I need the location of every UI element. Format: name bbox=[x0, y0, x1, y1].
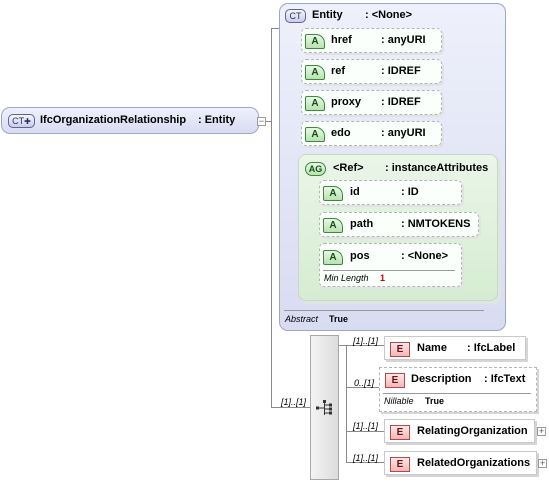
attribute-name: href bbox=[331, 34, 352, 46]
attribute-icon: A bbox=[323, 250, 343, 265]
attribute-icon: A bbox=[305, 127, 325, 142]
element-label: Name bbox=[417, 342, 447, 354]
facet-value: True bbox=[425, 396, 445, 406]
attribute-type: : IDREF bbox=[381, 96, 421, 108]
attribute-href[interactable]: A href : anyURI bbox=[301, 28, 442, 53]
facet-divider bbox=[383, 393, 531, 394]
element-type: : IfcLabel bbox=[467, 342, 516, 354]
element-description[interactable]: E Description : IfcText Nillable True bbox=[379, 367, 537, 412]
attribute-id[interactable]: A id : ID bbox=[319, 180, 462, 205]
attribute-icon: A bbox=[305, 34, 325, 49]
entity-name: Entity bbox=[312, 9, 343, 21]
connector-el-3 bbox=[346, 431, 384, 432]
sequence-multiplicity: [1]..[1] bbox=[281, 397, 307, 407]
attribute-type: : NMTOKENS bbox=[401, 218, 471, 230]
attribute-ref[interactable]: A ref : IDREF bbox=[301, 59, 442, 84]
attribute-edo[interactable]: A edo : anyURI bbox=[301, 121, 442, 146]
attribute-icon: A bbox=[323, 218, 343, 233]
attribute-proxy[interactable]: A proxy : IDREF bbox=[301, 90, 442, 115]
attribute-icon: A bbox=[323, 186, 343, 201]
attribute-name: proxy bbox=[331, 96, 361, 108]
attribute-name: ref bbox=[331, 65, 346, 77]
attribute-type: : ID bbox=[401, 186, 419, 198]
sequence-compositor[interactable] bbox=[310, 335, 339, 480]
attribute-icon: A bbox=[305, 65, 325, 80]
entity-divider bbox=[284, 310, 484, 311]
element-multiplicity: 0..[1] bbox=[354, 378, 375, 388]
attribute-name: id bbox=[350, 186, 360, 198]
sequence-icon bbox=[316, 400, 332, 415]
plus-icon[interactable]: + bbox=[537, 427, 546, 436]
facet-divider bbox=[323, 270, 455, 271]
abstract-label: Abstract bbox=[285, 314, 319, 324]
attribute-group-type: : instanceAttributes bbox=[385, 162, 489, 174]
plus-icon[interactable]: + bbox=[538, 459, 547, 468]
attribute-type: : IDREF bbox=[381, 65, 421, 77]
element-icon: E bbox=[385, 373, 405, 388]
element-type: : IfcText bbox=[484, 373, 526, 385]
element-icon: E bbox=[390, 457, 410, 472]
element-label: Description bbox=[411, 373, 472, 385]
facet-label: Nillable bbox=[384, 396, 414, 406]
attribute-icon: A bbox=[305, 96, 325, 111]
element-name[interactable]: E Name : IfcLabel bbox=[384, 336, 526, 360]
abstract-value: True bbox=[329, 314, 349, 324]
attribute-group-name: <Ref> bbox=[333, 162, 364, 174]
connector-to-sequence bbox=[271, 407, 310, 408]
element-multiplicity: [1]..[1] bbox=[353, 453, 379, 463]
complex-type-icon: CT bbox=[285, 9, 306, 23]
element-relating-organization[interactable]: E RelatingOrganization bbox=[384, 419, 535, 443]
connector-trunk bbox=[271, 28, 272, 408]
attribute-name: edo bbox=[331, 127, 351, 139]
attribute-name: path bbox=[350, 218, 374, 230]
root-type-base: : Entity bbox=[198, 114, 236, 126]
facet-label: Min Length bbox=[324, 273, 369, 283]
complex-type-icon: CT✚ bbox=[8, 114, 35, 128]
element-related-organizations[interactable]: E RelatedOrganizations bbox=[384, 451, 537, 475]
attribute-name: pos bbox=[350, 250, 370, 262]
element-label: RelatedOrganizations bbox=[417, 457, 531, 469]
entity-type: : <None> bbox=[365, 9, 413, 21]
element-label: RelatingOrganization bbox=[417, 425, 528, 437]
attribute-group-icon: AG bbox=[305, 162, 326, 176]
element-icon: E bbox=[390, 425, 410, 440]
element-multiplicity: [1]..[1] bbox=[353, 336, 379, 346]
connector-seq-trunk bbox=[346, 345, 347, 463]
attribute-type: : <None> bbox=[401, 250, 449, 262]
connector-to-entity bbox=[271, 28, 279, 29]
element-icon: E bbox=[390, 342, 410, 357]
minus-icon[interactable]: − bbox=[257, 117, 266, 126]
attribute-pos[interactable]: A pos : <None> Min Length 1 bbox=[319, 243, 462, 287]
element-multiplicity: [1]..[1] bbox=[353, 421, 379, 431]
attribute-type: : anyURI bbox=[381, 34, 426, 46]
facet-value: 1 bbox=[380, 273, 386, 283]
root-type-name: IfcOrganizationRelationship bbox=[40, 114, 187, 126]
attribute-path[interactable]: A path : NMTOKENS bbox=[319, 212, 479, 237]
attribute-type: : anyURI bbox=[381, 127, 426, 139]
root-complex-type[interactable]: CT✚ IfcOrganizationRelationship : Entity bbox=[1, 107, 259, 134]
